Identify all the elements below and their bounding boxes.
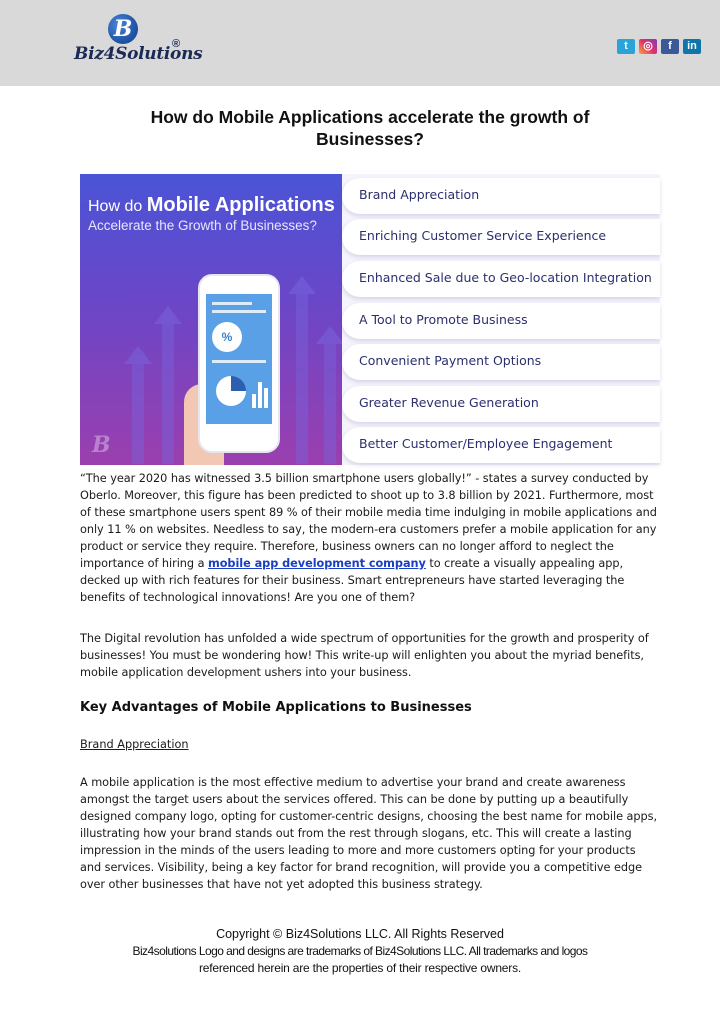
growth-arrow-icon — [288, 276, 316, 294]
b-watermark-icon: B — [92, 432, 111, 458]
screen-line — [212, 302, 252, 305]
screen-line — [212, 310, 266, 313]
social-links: t ◎ f in — [617, 39, 701, 54]
page-footer: Copyright © Biz4Solutions LLC. All Right… — [60, 926, 660, 977]
benefit-item: Enhanced Sale due to Geo-location Integr… — [342, 261, 660, 297]
mobile-app-development-link[interactable]: mobile app development company — [208, 557, 426, 570]
growth-arrow-icon — [162, 324, 174, 464]
intro-paragraph: “The year 2020 has witnessed 3.5 billion… — [80, 472, 657, 604]
trademark-text: Biz4solutions Logo and designs are trade… — [132, 944, 588, 958]
percent-icon: % — [212, 322, 242, 352]
digital-revolution-paragraph: The Digital revolution has unfolded a wi… — [80, 632, 649, 679]
phone-screen: % — [206, 294, 272, 424]
registered-mark: ® — [172, 38, 181, 50]
facebook-icon[interactable]: f — [661, 39, 679, 54]
banner-subheading: Accelerate the Growth of Businesses? — [88, 218, 317, 233]
page-title: How do Mobile Applications accelerate th… — [150, 107, 590, 149]
benefit-item: Better Customer/Employee Engagement — [342, 427, 660, 463]
brand-appreciation-subheading: Brand Appreciation — [80, 738, 189, 751]
bar-chart-icon — [252, 376, 268, 408]
banner-image: How do Mobile Applications Accelerate th… — [80, 174, 660, 465]
growth-arrow-icon — [154, 306, 182, 324]
smartphone-illustration: % — [198, 274, 280, 453]
benefit-item: Convenient Payment Options — [342, 344, 660, 380]
linkedin-icon[interactable]: in — [683, 39, 701, 54]
pie-chart-icon — [216, 376, 246, 406]
trademark-text-cont: referenced herein are the properties of … — [198, 961, 522, 975]
growth-arrow-icon — [316, 326, 344, 344]
biz4solutions-logo[interactable]: B Biz4Solutions ® — [70, 12, 203, 70]
twitter-icon[interactable]: t — [617, 39, 635, 54]
growth-arrow-icon — [124, 346, 152, 364]
screen-line — [212, 360, 266, 363]
brand-appreciation-paragraph: A mobile application is the most effecti… — [80, 776, 658, 891]
benefits-list: Brand Appreciation Enriching Customer Se… — [342, 174, 660, 465]
banner-heading: How do Mobile Applications — [88, 194, 335, 216]
instagram-icon[interactable]: ◎ — [639, 39, 657, 54]
logo-text: Biz4Solutions — [74, 44, 203, 64]
banner-illustration: How do Mobile Applications Accelerate th… — [80, 174, 354, 465]
growth-arrow-icon — [296, 294, 308, 464]
benefit-item: Brand Appreciation — [342, 178, 660, 214]
section-heading: Key Advantages of Mobile Applications to… — [80, 700, 472, 715]
copyright-text: Copyright © Biz4Solutions LLC. All Right… — [216, 927, 504, 941]
page-header: B Biz4Solutions ® t ◎ f in — [0, 0, 720, 86]
benefit-item: A Tool to Promote Business — [342, 303, 660, 339]
benefit-item: Enriching Customer Service Experience — [342, 219, 660, 255]
benefit-item: Greater Revenue Generation — [342, 386, 660, 422]
logo-mark-icon: B — [108, 14, 138, 44]
growth-arrow-icon — [132, 364, 144, 464]
growth-arrow-icon — [324, 344, 336, 464]
